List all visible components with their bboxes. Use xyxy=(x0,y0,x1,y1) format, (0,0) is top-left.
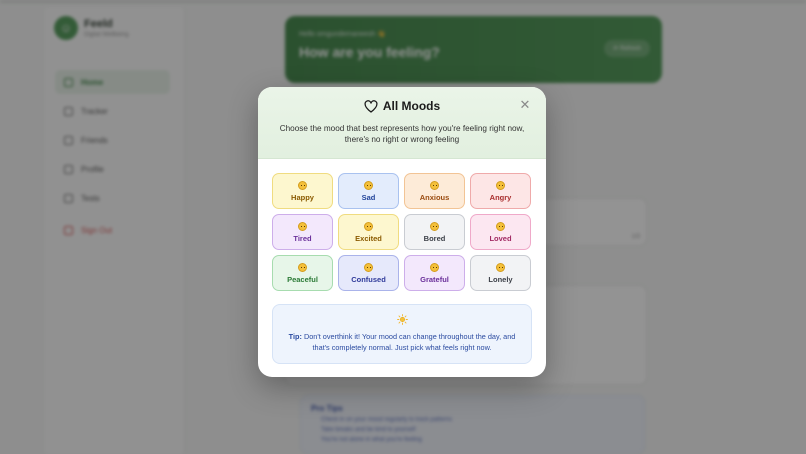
close-icon[interactable]: ✕ xyxy=(519,98,531,111)
loved-emoji-icon xyxy=(496,221,505,231)
mood-option-excited[interactable]: Excited xyxy=(338,214,399,250)
mood-option-lonely[interactable]: Lonely xyxy=(470,255,531,291)
lonely-emoji-icon xyxy=(496,262,505,272)
peaceful-emoji-icon xyxy=(298,262,307,272)
grateful-emoji-icon xyxy=(430,262,439,272)
angry-emoji-icon xyxy=(496,180,505,190)
mood-label: Peaceful xyxy=(287,274,318,284)
modal-title: All Moods xyxy=(382,99,441,113)
mood-option-grateful[interactable]: Grateful xyxy=(404,255,465,291)
modal-header: All Moods ✕ Choose the mood that best re… xyxy=(258,87,546,159)
mood-label: Tired xyxy=(293,233,312,243)
mood-label: Lonely xyxy=(488,274,513,284)
mood-option-anxious[interactable]: Anxious xyxy=(404,173,465,209)
confused-emoji-icon xyxy=(364,262,373,272)
all-moods-modal: All Moods ✕ Choose the mood that best re… xyxy=(258,87,546,377)
mood-label: Anxious xyxy=(419,192,450,202)
mood-grid: Happy Sad Anxious Angry Tired Excited Bored Lov… xyxy=(272,173,532,291)
anxious-emoji-icon xyxy=(430,180,439,190)
mood-option-happy[interactable]: Happy xyxy=(272,173,333,209)
modal-subtitle: Choose the mood that best represents how… xyxy=(279,124,525,144)
mood-label: Sad xyxy=(361,192,376,202)
tip-box: Tip: Don't overthink it! Your mood can c… xyxy=(272,304,532,364)
mood-label: Loved xyxy=(489,233,512,243)
heart-icon xyxy=(364,99,378,113)
mood-label: Confused xyxy=(351,274,386,284)
tip-prefix: Tip: xyxy=(288,332,302,341)
happy-emoji-icon xyxy=(298,180,307,190)
tip-body: Don't overthink it! Your mood can change… xyxy=(303,332,516,352)
mood-option-peaceful[interactable]: Peaceful xyxy=(272,255,333,291)
mood-label: Bored xyxy=(423,233,446,243)
tired-emoji-icon xyxy=(298,221,307,231)
mood-option-loved[interactable]: Loved xyxy=(470,214,531,250)
mood-option-bored[interactable]: Bored xyxy=(404,214,465,250)
sun-icon xyxy=(397,314,408,325)
mood-option-confused[interactable]: Confused xyxy=(338,255,399,291)
mood-option-tired[interactable]: Tired xyxy=(272,214,333,250)
mood-option-angry[interactable]: Angry xyxy=(470,173,531,209)
mood-option-sad[interactable]: Sad xyxy=(338,173,399,209)
bored-emoji-icon xyxy=(430,221,439,231)
tip-text: Tip: Don't overthink it! Your mood can c… xyxy=(281,331,523,353)
excited-emoji-icon xyxy=(364,221,373,231)
sad-emoji-icon xyxy=(364,180,373,190)
mood-label: Angry xyxy=(489,192,512,202)
mood-label: Grateful xyxy=(420,274,449,284)
mood-label: Excited xyxy=(355,233,382,243)
mood-label: Happy xyxy=(291,192,314,202)
